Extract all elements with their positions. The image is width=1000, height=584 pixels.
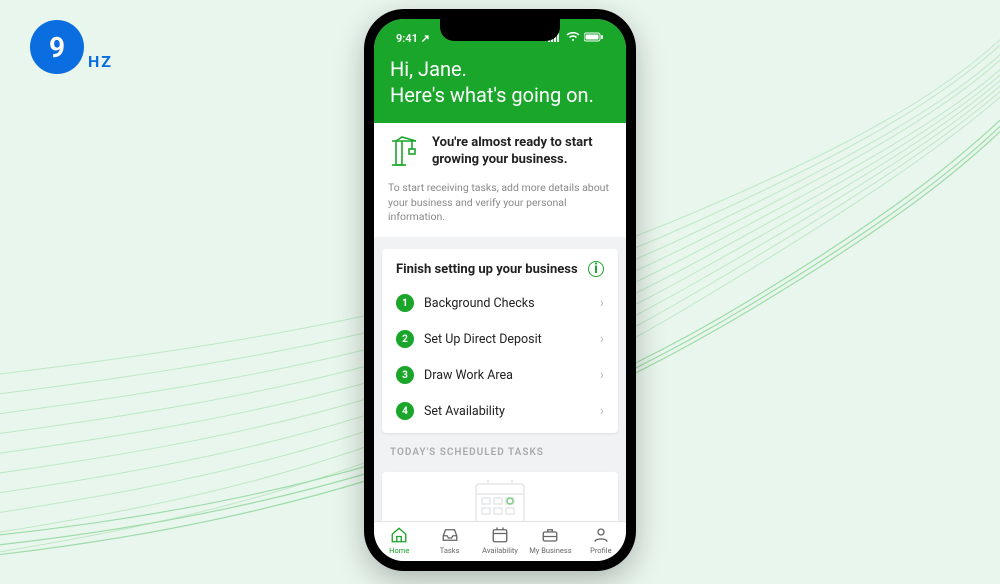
status-bar: 9:41 ↗ <box>390 27 610 47</box>
nav-home[interactable]: Home <box>374 526 424 555</box>
nav-tasks[interactable]: Tasks <box>424 526 474 555</box>
home-icon <box>390 526 408 544</box>
status-icons <box>548 32 604 45</box>
inbox-icon <box>441 526 459 544</box>
nav-my-business[interactable]: My Business <box>525 526 575 555</box>
app-header: 9:41 ↗ Hi, Jane. Here's what's going on. <box>374 19 626 123</box>
logo-suffix: HZ <box>88 52 113 71</box>
chevron-right-icon: › <box>600 403 604 419</box>
greeting-line-1: Hi, Jane. <box>390 57 610 81</box>
calendar-placeholder-icon <box>396 472 604 521</box>
onboarding-message-card: You're almost ready to start growing you… <box>374 123 626 237</box>
info-icon[interactable]: i <box>588 261 604 277</box>
chevron-right-icon: › <box>600 331 604 347</box>
step-number: 1 <box>396 294 414 312</box>
battery-icon <box>584 32 604 45</box>
setup-step-direct-deposit[interactable]: 2 Set Up Direct Deposit › <box>396 321 604 357</box>
chevron-right-icon: › <box>600 367 604 383</box>
phone-screen: 9:41 ↗ Hi, Jane. Here's what's going on. <box>374 19 626 561</box>
step-number: 2 <box>396 330 414 348</box>
today-card: Here's where you'll find a list of today… <box>382 472 618 521</box>
setup-step-draw-work-area[interactable]: 3 Draw Work Area › <box>396 357 604 393</box>
crane-icon <box>388 135 422 173</box>
nav-label: Profile <box>590 546 611 555</box>
step-number: 4 <box>396 402 414 420</box>
nav-label: Tasks <box>440 546 460 555</box>
step-label: Draw Work Area <box>424 368 590 383</box>
step-number: 3 <box>396 366 414 384</box>
setup-step-background-checks[interactable]: 1 Background Checks › <box>396 285 604 321</box>
setup-step-set-availability[interactable]: 4 Set Availability › <box>396 393 604 429</box>
nav-label: Home <box>389 546 409 555</box>
setup-title: Finish setting up your business <box>396 262 578 277</box>
status-time: 9:41 ↗ <box>396 32 430 45</box>
step-label: Set Availability <box>424 404 590 419</box>
scroll-content[interactable]: You're almost ready to start growing you… <box>374 123 626 521</box>
logo-badge: 9 <box>30 20 84 74</box>
nav-label: My Business <box>529 546 571 555</box>
briefcase-icon <box>541 526 559 544</box>
step-label: Background Checks <box>424 296 590 311</box>
today-section-title: TODAY'S SCHEDULED TASKS <box>374 433 626 458</box>
bottom-nav: Home Tasks Availability My Business Prof… <box>374 521 626 561</box>
signal-icon <box>548 32 562 45</box>
nav-label: Availability <box>482 546 518 555</box>
calendar-icon <box>491 526 509 544</box>
brand-logo: 9 HZ <box>30 20 113 74</box>
onboarding-body: To start receiving tasks, add more detai… <box>388 181 612 225</box>
greeting-line-2: Here's what's going on. <box>390 83 610 107</box>
nav-availability[interactable]: Availability <box>475 526 525 555</box>
location-arrow-icon: ↗ <box>421 32 430 45</box>
wifi-icon <box>566 32 580 45</box>
onboarding-title: You're almost ready to start growing you… <box>432 135 612 169</box>
nav-profile[interactable]: Profile <box>576 526 626 555</box>
step-label: Set Up Direct Deposit <box>424 332 590 347</box>
phone-frame: 9:41 ↗ Hi, Jane. Here's what's going on. <box>364 9 636 571</box>
chevron-right-icon: › <box>600 295 604 311</box>
profile-icon <box>592 526 610 544</box>
setup-card: Finish setting up your business i 1 Back… <box>382 249 618 433</box>
